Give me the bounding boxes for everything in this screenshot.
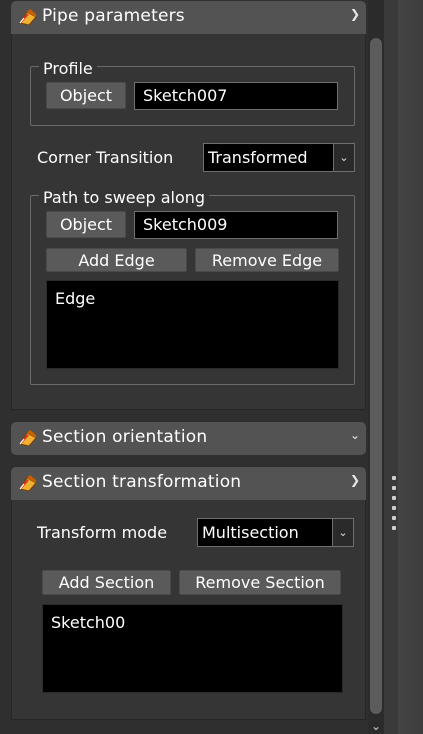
- profile-object-button[interactable]: Object: [46, 82, 126, 109]
- transform-mode-value: Multisection: [202, 523, 299, 542]
- path-object-field[interactable]: Sketch009: [134, 211, 338, 239]
- edge-list[interactable]: Edge: [46, 280, 339, 369]
- section-transformation-header[interactable]: Section transformation ❯: [11, 467, 366, 500]
- pipe-parameters-header[interactable]: Pipe parameters ❯: [11, 1, 366, 34]
- chevron-up-icon[interactable]: ❯: [350, 473, 360, 487]
- chevron-down-icon[interactable]: ⌄: [332, 519, 353, 546]
- scroll-down-arrow-icon[interactable]: ⌄: [368, 718, 384, 734]
- splitter-area: [398, 0, 423, 734]
- remove-edge-button[interactable]: Remove Edge: [195, 248, 339, 272]
- splitter-grip-dot[interactable]: [392, 476, 396, 480]
- panel-title: Pipe parameters: [42, 6, 185, 26]
- transform-mode-dropdown[interactable]: Multisection ⌄: [197, 518, 354, 547]
- path-object-button[interactable]: Object: [46, 211, 126, 238]
- scrollbar-thumb[interactable]: [370, 38, 382, 714]
- splitter-grip-dot[interactable]: [392, 526, 396, 530]
- list-item[interactable]: Sketch00: [51, 613, 334, 632]
- add-edge-button[interactable]: Add Edge: [46, 248, 187, 272]
- splitter-grip-dot[interactable]: [392, 496, 396, 500]
- pipe-sweep-icon: [19, 475, 37, 492]
- panel-title: Section transformation: [42, 472, 242, 492]
- transform-mode-label: Transform mode: [37, 523, 168, 542]
- corner-transition-dropdown[interactable]: Transformed ⌄: [203, 143, 355, 172]
- splitter-grip-dot[interactable]: [392, 506, 396, 510]
- splitter-grip-dot[interactable]: [392, 486, 396, 490]
- splitter-grip-dot[interactable]: [392, 516, 396, 520]
- corner-transition-value: Transformed: [208, 148, 308, 167]
- corner-transition-label: Corner Transition: [37, 148, 174, 167]
- path-group-title: Path to sweep along: [39, 189, 210, 207]
- profile-group-title: Profile: [39, 60, 97, 78]
- panel-title: Section orientation: [42, 427, 208, 447]
- section-orientation-header[interactable]: Section orientation ⌄: [11, 422, 366, 455]
- chevron-up-icon[interactable]: ❯: [350, 7, 360, 21]
- list-item[interactable]: Edge: [55, 289, 330, 308]
- remove-section-button[interactable]: Remove Section: [179, 570, 341, 595]
- pipe-sweep-icon: [19, 9, 37, 26]
- profile-object-field[interactable]: Sketch007: [134, 82, 338, 110]
- add-section-button[interactable]: Add Section: [42, 570, 171, 595]
- chevron-down-icon[interactable]: ⌄: [333, 144, 354, 171]
- chevron-down-icon[interactable]: ⌄: [350, 428, 360, 442]
- section-list[interactable]: Sketch00: [42, 604, 343, 693]
- pipe-sweep-icon: [19, 430, 37, 447]
